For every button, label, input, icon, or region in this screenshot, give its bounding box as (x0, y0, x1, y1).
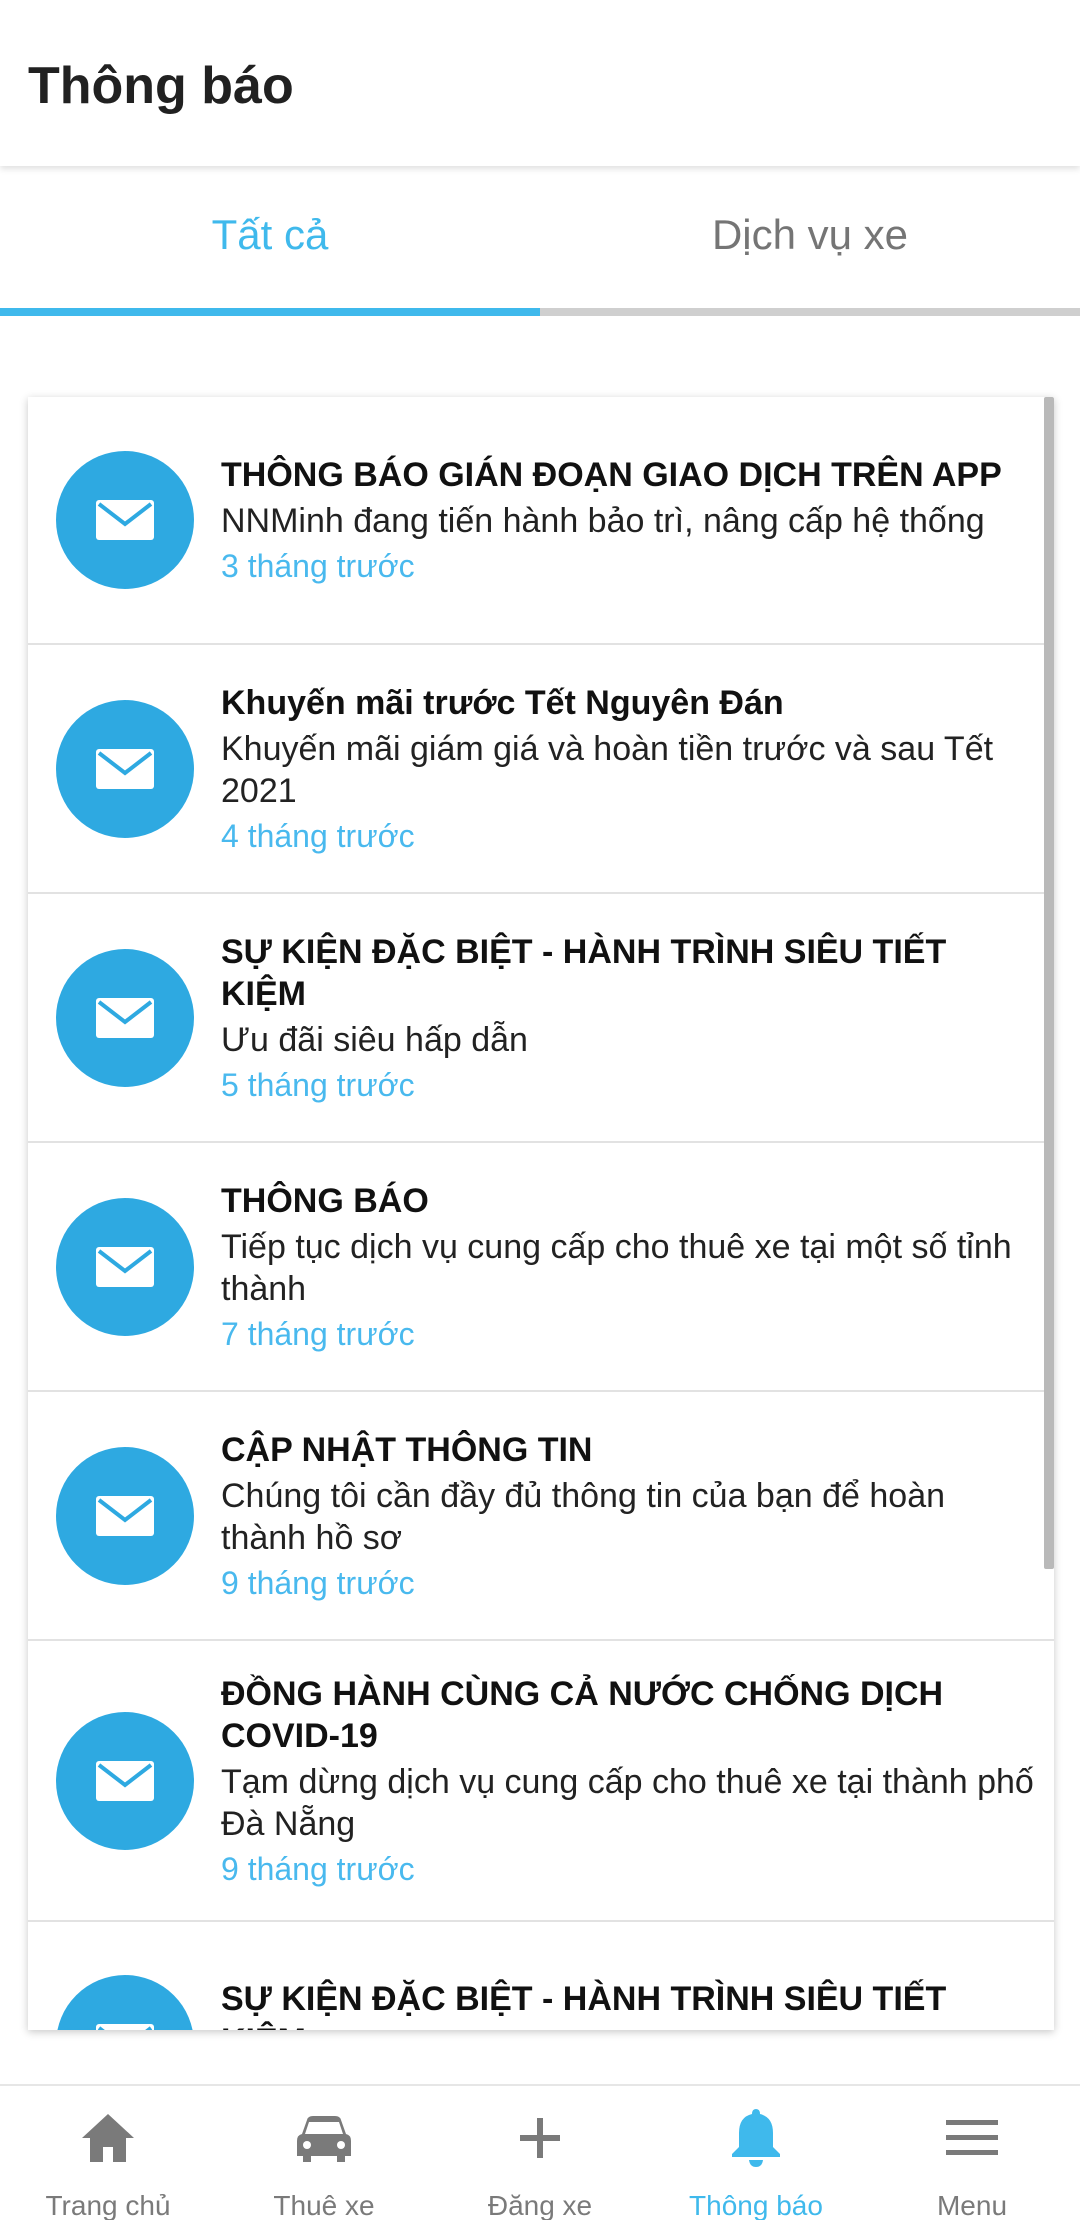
mail-icon (56, 451, 194, 589)
bottom-nav: Trang chủ Thuê xe Đăng xe Thông báo Menu (0, 2084, 1080, 2220)
mail-icon (56, 1711, 194, 1850)
app-header: Thông báo (0, 0, 1080, 166)
notification-time: 9 tháng trước (221, 1564, 415, 1601)
notification-title: THÔNG BÁO GIÁN ĐOẠN GIAO DỊCH TRÊN APP (221, 456, 1002, 494)
tab-vehicle-service[interactable]: Dịch vụ xe (540, 166, 1080, 316)
menu-icon (942, 2108, 1002, 2168)
tab-vehicle-service-indicator (540, 308, 1080, 316)
notification-body: Ưu đãi siêu hấp dẫn (221, 1020, 528, 1059)
tab-all[interactable]: Tất cả (0, 166, 540, 316)
notification-time: 5 tháng trước (221, 1066, 415, 1103)
nav-post-car[interactable]: Đăng xe (432, 2086, 648, 2220)
tab-bar: Tất cả Dịch vụ xe (0, 166, 1080, 316)
tab-all-label: Tất cả (211, 211, 329, 258)
nav-notifications[interactable]: Thông báo (648, 2086, 864, 2220)
notification-list[interactable]: THÔNG BÁO GIÁN ĐOẠN GIAO DỊCH TRÊN APP N… (28, 397, 1054, 2030)
notification-item[interactable]: THÔNG BÁO Tiếp tục dịch vụ cung cấp cho … (28, 1143, 1054, 1392)
notification-body: NNMinh đang tiến hành bảo trì, nâng cấp … (221, 502, 985, 540)
notification-title: SỰ KIỆN ĐẶC BIỆT - HÀNH TRÌNH SIÊU TIẾT … (221, 932, 947, 1013)
nav-menu[interactable]: Menu (864, 2086, 1080, 2220)
notification-item[interactable]: SỰ KIỆN ĐẶC BIỆT - HÀNH TRÌNH SIÊU TIẾT … (28, 1922, 1054, 2030)
tab-vehicle-service-label: Dịch vụ xe (711, 211, 909, 258)
nav-rent-car[interactable]: Thuê xe (216, 2086, 432, 2220)
notification-item[interactable]: CẬP NHẬT THÔNG TIN Chúng tôi cần đầy đủ … (28, 1392, 1054, 1641)
notification-time: 9 tháng trước (221, 1850, 415, 1887)
page-title: Thông báo (28, 57, 294, 115)
notification-item[interactable]: SỰ KIỆN ĐẶC BIỆT - HÀNH TRÌNH SIÊU TIẾT … (28, 894, 1054, 1143)
nav-post-car-label: Đăng xe (487, 2190, 593, 2220)
nav-menu-label: Menu (936, 2190, 1008, 2220)
mail-icon (56, 1975, 194, 2030)
notification-title: SỰ KIỆN ĐẶC BIỆT - HÀNH TRÌNH SIÊU TIẾT … (221, 1980, 947, 2030)
car-icon (294, 2108, 354, 2168)
notification-title: Khuyến mãi trước Tết Nguyên Đán (221, 683, 784, 722)
notification-body: Chúng tôi cần đầy đủ thông tin của bạn đ… (221, 1476, 946, 1557)
tab-all-indicator (0, 308, 540, 316)
notification-body: Tạm dừng dịch vụ cung cấp cho thuê xe tạ… (221, 1762, 1034, 1843)
bell-icon (726, 2108, 786, 2168)
notification-title: ĐỒNG HÀNH CÙNG CẢ NƯỚC CHỐNG DỊCH COVID-… (221, 1674, 944, 1755)
scrollbar[interactable] (1044, 397, 1054, 1569)
mail-icon (56, 1197, 194, 1336)
mail-icon (56, 699, 194, 838)
notification-title: THÔNG BÁO (221, 1181, 429, 1220)
notification-body: Tiếp tục dịch vụ cung cấp cho thuê xe tạ… (221, 1227, 1012, 1308)
notification-time: 4 tháng trước (221, 817, 415, 854)
notification-body: Khuyến mãi giám giá và hoàn tiền trước v… (221, 729, 994, 810)
nav-notifications-label: Thông báo (689, 2190, 823, 2220)
notification-time: 3 tháng trước (221, 548, 415, 584)
notification-title: CẬP NHẬT THÔNG TIN (221, 1430, 593, 1469)
mail-icon (56, 1446, 194, 1585)
home-icon (78, 2108, 138, 2168)
plus-icon (510, 2108, 570, 2168)
notification-item[interactable]: ĐỒNG HÀNH CÙNG CẢ NƯỚC CHỐNG DỊCH COVID-… (28, 1641, 1054, 1922)
mail-icon (56, 948, 194, 1087)
notification-item[interactable]: THÔNG BÁO GIÁN ĐOẠN GIAO DỊCH TRÊN APP N… (28, 397, 1054, 645)
nav-home[interactable]: Trang chủ (0, 2086, 216, 2220)
notification-time: 7 tháng trước (221, 1315, 415, 1352)
nav-rent-car-label: Thuê xe (273, 2190, 375, 2220)
nav-home-label: Trang chủ (45, 2190, 171, 2220)
notification-item[interactable]: Khuyến mãi trước Tết Nguyên Đán Khuyến m… (28, 645, 1054, 894)
